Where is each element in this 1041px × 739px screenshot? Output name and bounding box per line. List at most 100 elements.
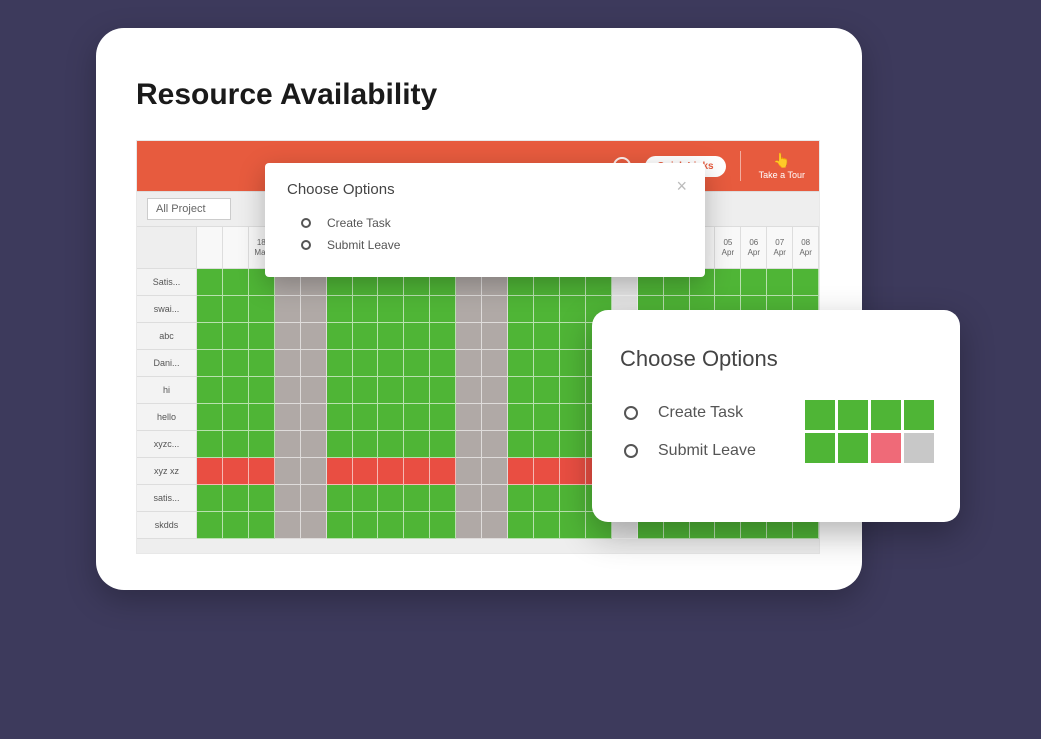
resource-name-cell[interactable]: Satis... xyxy=(137,269,197,296)
availability-cell[interactable] xyxy=(223,323,249,350)
availability-cell[interactable] xyxy=(353,431,379,458)
availability-cell[interactable] xyxy=(327,458,353,485)
availability-cell[interactable] xyxy=(508,350,534,377)
availability-cell[interactable] xyxy=(353,350,379,377)
availability-cell[interactable] xyxy=(378,485,404,512)
availability-cell[interactable] xyxy=(508,458,534,485)
availability-cell[interactable] xyxy=(482,377,508,404)
availability-cell[interactable] xyxy=(327,485,353,512)
availability-cell[interactable] xyxy=(456,377,482,404)
availability-cell[interactable] xyxy=(275,404,301,431)
availability-cell[interactable] xyxy=(353,512,379,539)
availability-cell[interactable] xyxy=(508,485,534,512)
availability-cell[interactable] xyxy=(430,431,456,458)
availability-cell[interactable] xyxy=(560,404,586,431)
resource-name-cell[interactable]: hello xyxy=(137,404,197,431)
availability-cell[interactable] xyxy=(456,485,482,512)
availability-cell[interactable] xyxy=(197,296,223,323)
availability-cell[interactable] xyxy=(430,296,456,323)
availability-cell[interactable] xyxy=(197,350,223,377)
availability-cell[interactable] xyxy=(404,458,430,485)
availability-cell[interactable] xyxy=(378,323,404,350)
availability-cell[interactable] xyxy=(275,512,301,539)
availability-cell[interactable] xyxy=(275,377,301,404)
availability-cell[interactable] xyxy=(327,512,353,539)
project-filter-select[interactable]: All Project xyxy=(147,198,231,220)
availability-cell[interactable] xyxy=(482,323,508,350)
availability-cell[interactable] xyxy=(197,323,223,350)
availability-cell[interactable] xyxy=(404,404,430,431)
availability-cell[interactable] xyxy=(301,377,327,404)
availability-cell[interactable] xyxy=(715,269,741,296)
availability-cell[interactable] xyxy=(378,404,404,431)
availability-cell[interactable] xyxy=(223,458,249,485)
availability-cell[interactable] xyxy=(223,512,249,539)
availability-cell[interactable] xyxy=(508,296,534,323)
availability-cell[interactable] xyxy=(767,269,793,296)
availability-cell[interactable] xyxy=(534,296,560,323)
availability-cell[interactable] xyxy=(560,296,586,323)
availability-cell[interactable] xyxy=(249,458,275,485)
availability-cell[interactable] xyxy=(430,377,456,404)
availability-cell[interactable] xyxy=(327,377,353,404)
availability-cell[interactable] xyxy=(404,485,430,512)
availability-cell[interactable] xyxy=(301,296,327,323)
availability-cell[interactable] xyxy=(327,296,353,323)
availability-cell[interactable] xyxy=(301,323,327,350)
availability-cell[interactable] xyxy=(327,404,353,431)
availability-cell[interactable] xyxy=(353,377,379,404)
resource-name-cell[interactable]: xyzc... xyxy=(137,431,197,458)
resource-name-cell[interactable]: swai... xyxy=(137,296,197,323)
availability-cell[interactable] xyxy=(223,296,249,323)
availability-cell[interactable] xyxy=(508,377,534,404)
availability-cell[interactable] xyxy=(508,431,534,458)
availability-cell[interactable] xyxy=(249,377,275,404)
availability-cell[interactable] xyxy=(197,269,223,296)
resource-name-cell[interactable]: abc xyxy=(137,323,197,350)
close-icon[interactable]: × xyxy=(676,177,687,195)
option-create-task[interactable]: Create Task xyxy=(287,212,683,234)
availability-cell[interactable] xyxy=(404,512,430,539)
option-submit-leave[interactable]: Submit Leave xyxy=(287,234,683,256)
availability-cell[interactable] xyxy=(508,512,534,539)
availability-cell[interactable] xyxy=(404,350,430,377)
availability-cell[interactable] xyxy=(534,431,560,458)
availability-cell[interactable] xyxy=(534,485,560,512)
availability-cell[interactable] xyxy=(301,350,327,377)
availability-cell[interactable] xyxy=(430,404,456,431)
availability-cell[interactable] xyxy=(197,431,223,458)
availability-cell[interactable] xyxy=(456,431,482,458)
availability-cell[interactable] xyxy=(482,458,508,485)
availability-cell[interactable] xyxy=(197,512,223,539)
availability-cell[interactable] xyxy=(223,485,249,512)
availability-cell[interactable] xyxy=(482,350,508,377)
availability-cell[interactable] xyxy=(482,404,508,431)
availability-cell[interactable] xyxy=(353,323,379,350)
availability-cell[interactable] xyxy=(353,458,379,485)
availability-cell[interactable] xyxy=(353,296,379,323)
availability-cell[interactable] xyxy=(456,512,482,539)
availability-cell[interactable] xyxy=(534,512,560,539)
availability-cell[interactable] xyxy=(223,431,249,458)
availability-cell[interactable] xyxy=(482,512,508,539)
availability-cell[interactable] xyxy=(378,296,404,323)
availability-cell[interactable] xyxy=(456,350,482,377)
availability-cell[interactable] xyxy=(404,377,430,404)
availability-cell[interactable] xyxy=(560,431,586,458)
availability-cell[interactable] xyxy=(327,350,353,377)
availability-cell[interactable] xyxy=(301,458,327,485)
availability-cell[interactable] xyxy=(378,512,404,539)
availability-cell[interactable] xyxy=(378,377,404,404)
availability-cell[interactable] xyxy=(301,485,327,512)
availability-cell[interactable] xyxy=(456,404,482,431)
availability-cell[interactable] xyxy=(560,512,586,539)
availability-cell[interactable] xyxy=(197,485,223,512)
availability-cell[interactable] xyxy=(508,323,534,350)
availability-cell[interactable] xyxy=(327,431,353,458)
availability-cell[interactable] xyxy=(456,458,482,485)
availability-cell[interactable] xyxy=(456,323,482,350)
availability-cell[interactable] xyxy=(197,377,223,404)
availability-cell[interactable] xyxy=(275,431,301,458)
availability-cell[interactable] xyxy=(482,431,508,458)
availability-cell[interactable] xyxy=(275,323,301,350)
